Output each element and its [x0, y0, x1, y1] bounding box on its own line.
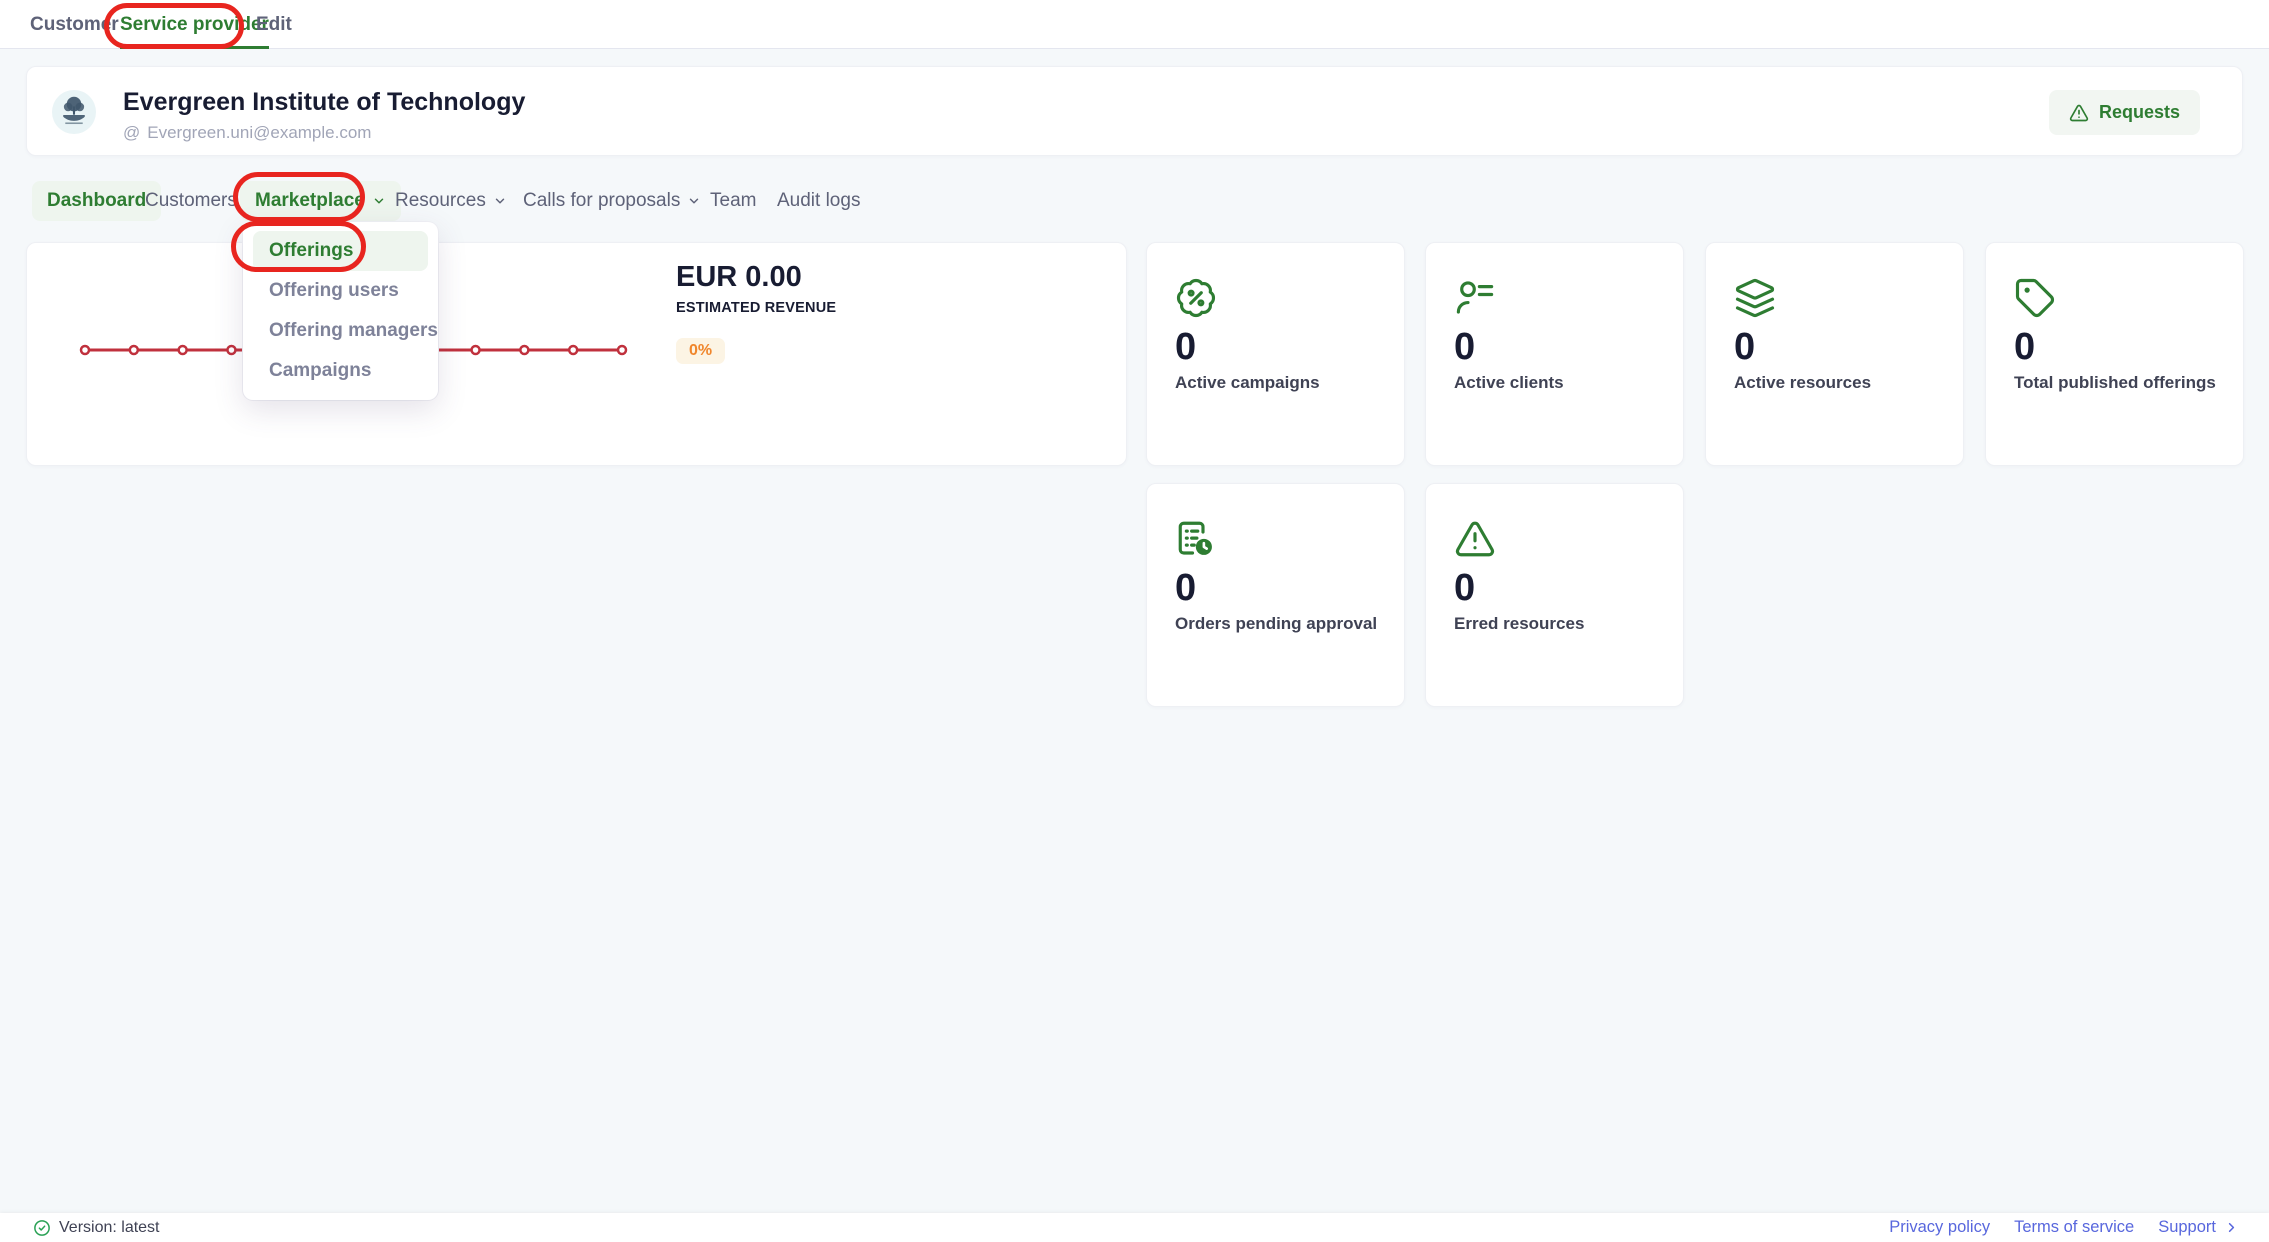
nav-label: Dashboard	[47, 181, 146, 221]
warning-triangle-icon	[2069, 103, 2089, 123]
stat-value: 0	[1454, 568, 1475, 608]
chevron-right-icon	[2224, 1220, 2239, 1235]
stat-label: Active campaigns	[1175, 373, 1320, 393]
nav-item-calls-for-proposals[interactable]: Calls for proposals	[523, 181, 701, 221]
estimated-revenue-card: EUR 0.00 ESTIMATED REVENUE 0%	[26, 242, 1127, 466]
nav-label: Audit logs	[777, 181, 860, 221]
tab-service-provider[interactable]: Service provider	[120, 0, 269, 49]
terms-of-service-link[interactable]: Terms of service	[2014, 1218, 2134, 1237]
stat-card-active-resources: 0 Active resources	[1705, 242, 1964, 466]
stat-label: Active resources	[1734, 373, 1871, 393]
check-circle-icon	[33, 1219, 51, 1237]
marketplace-dropdown-menu: Offerings Offering users Offering manage…	[243, 222, 438, 400]
version-indicator: Version: latest	[33, 1219, 160, 1237]
menu-item-offering-users[interactable]: Offering users	[253, 271, 428, 311]
tree-emblem-icon	[55, 93, 93, 131]
chevron-down-icon	[372, 194, 386, 208]
main-navbar: Dashboard Customers Marketplace Resource…	[26, 181, 2243, 221]
layers-icon	[1734, 277, 1776, 319]
organization-name: Evergreen Institute of Technology	[123, 88, 525, 117]
tab-edit[interactable]: Edit	[256, 0, 292, 49]
user-list-icon	[1454, 277, 1496, 319]
nav-item-team[interactable]: Team	[710, 181, 756, 221]
organization-header-card: Evergreen Institute of Technology Evergr…	[26, 66, 2243, 156]
requests-button[interactable]: Requests	[2049, 90, 2200, 135]
menu-item-offering-managers[interactable]: Offering managers	[253, 311, 428, 351]
requests-button-label: Requests	[2099, 102, 2180, 123]
nav-label: Team	[710, 181, 756, 221]
revenue-change-badge: 0%	[676, 338, 725, 364]
badge-percent-icon	[1175, 277, 1217, 319]
menu-item-offerings[interactable]: Offerings	[253, 231, 428, 271]
stat-value: 0	[1175, 327, 1196, 367]
nav-label: Customers	[145, 181, 237, 221]
at-icon	[123, 123, 140, 143]
chevron-down-icon	[493, 194, 507, 208]
stat-label: Erred resources	[1454, 614, 1584, 634]
version-text: Version: latest	[59, 1219, 160, 1237]
nav-item-customers[interactable]: Customers	[145, 181, 237, 221]
privacy-policy-link[interactable]: Privacy policy	[1889, 1218, 1990, 1237]
nav-item-resources[interactable]: Resources	[395, 181, 507, 221]
revenue-label: ESTIMATED REVENUE	[676, 300, 836, 316]
chevron-down-icon	[687, 194, 701, 208]
support-link[interactable]: Support	[2158, 1218, 2239, 1237]
support-link-label: Support	[2158, 1218, 2216, 1237]
stat-value: 0	[1175, 568, 1196, 608]
footer-links: Privacy policy Terms of service Support	[1889, 1218, 2239, 1237]
stat-card-orders-pending-approval: 0 Orders pending approval	[1146, 483, 1405, 707]
tag-icon	[2014, 277, 2056, 319]
tab-customer[interactable]: Customer	[30, 0, 119, 49]
stat-label: Orders pending approval	[1175, 614, 1377, 634]
revenue-amount: EUR 0.00	[676, 261, 836, 294]
organization-logo	[52, 90, 96, 134]
stat-card-active-clients: 0 Active clients	[1425, 242, 1684, 466]
organization-email-row: Evergreen.uni@example.com	[123, 123, 371, 143]
profile-tabbar: Customer Service provider Edit	[0, 0, 2269, 49]
stat-card-active-campaigns: 0 Active campaigns	[1146, 242, 1405, 466]
stat-label: Total published offerings	[2014, 373, 2216, 393]
nav-label: Resources	[395, 181, 486, 221]
nav-item-audit-logs[interactable]: Audit logs	[777, 181, 860, 221]
menu-item-campaigns[interactable]: Campaigns	[253, 351, 428, 391]
stat-label: Active clients	[1454, 373, 1564, 393]
stat-card-total-published-offerings: 0 Total published offerings	[1985, 242, 2244, 466]
nav-item-dashboard[interactable]: Dashboard	[32, 181, 161, 221]
revenue-sparkline-chart	[27, 243, 1128, 467]
footer-bar: Version: latest Privacy policy Terms of …	[0, 1213, 2269, 1242]
organization-email: Evergreen.uni@example.com	[147, 123, 371, 143]
stat-value: 0	[1734, 327, 1755, 367]
revenue-summary: EUR 0.00 ESTIMATED REVENUE 0%	[676, 261, 836, 364]
nav-item-marketplace[interactable]: Marketplace	[240, 181, 401, 221]
stat-card-erred-resources: 0 Erred resources	[1425, 483, 1684, 707]
list-clock-icon	[1175, 518, 1217, 560]
nav-label: Calls for proposals	[523, 181, 680, 221]
stat-value: 0	[2014, 327, 2035, 367]
warning-triangle-icon	[1454, 518, 1496, 560]
stat-value: 0	[1454, 327, 1475, 367]
nav-label: Marketplace	[255, 181, 365, 221]
